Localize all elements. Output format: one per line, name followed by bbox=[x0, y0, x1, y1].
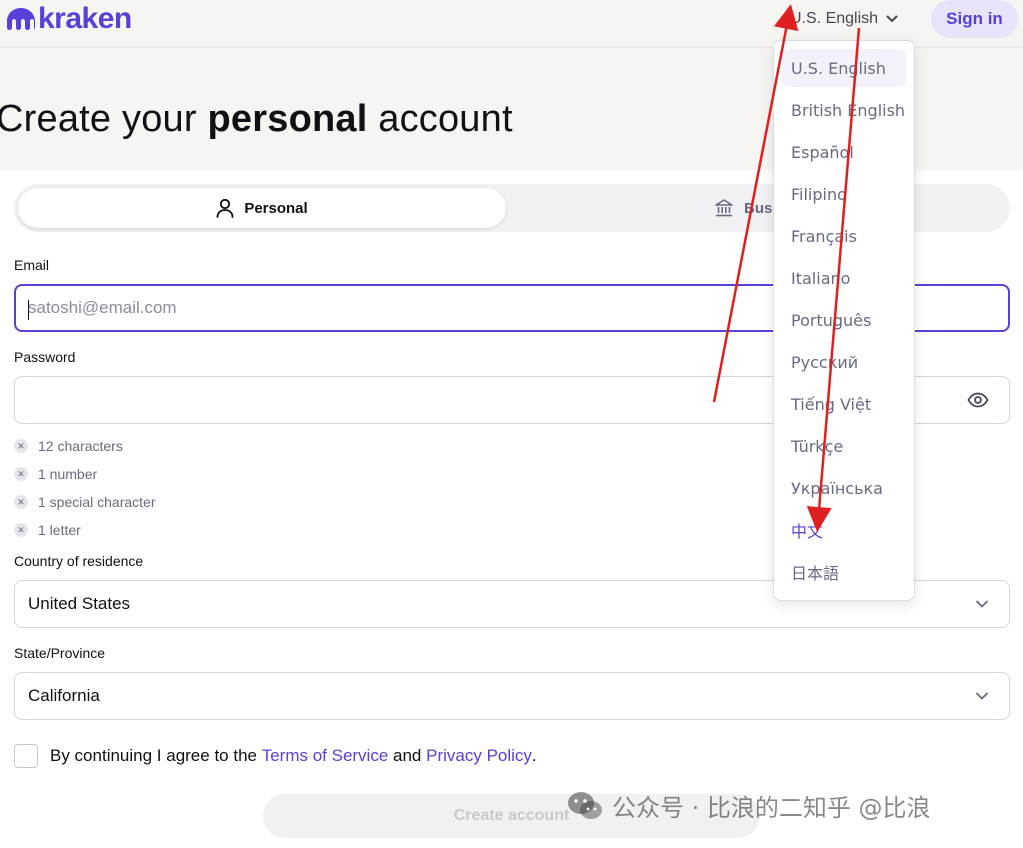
language-option[interactable]: 日本語 bbox=[782, 553, 906, 591]
language-option[interactable]: Українська bbox=[782, 469, 906, 507]
password-rule-text: 1 letter bbox=[38, 522, 81, 538]
tab-business-label: Bus bbox=[744, 199, 773, 217]
state-label: State/Province bbox=[14, 645, 106, 661]
language-option[interactable]: Tiếng Việt bbox=[782, 385, 906, 423]
language-option[interactable]: Italiano bbox=[782, 259, 906, 297]
tab-personal-label: Personal bbox=[244, 199, 308, 217]
agree-text-pre: By continuing I agree to the bbox=[50, 746, 262, 765]
chevron-down-icon bbox=[975, 692, 989, 701]
language-menu: U.S. English British English Español Fil… bbox=[773, 40, 915, 601]
language-option[interactable]: U.S. English bbox=[782, 49, 906, 87]
language-option[interactable]: Türkçe bbox=[782, 427, 906, 465]
password-rules: ✕ 12 characters ✕ 1 number ✕ 1 special char… bbox=[14, 432, 156, 544]
wechat-icon bbox=[568, 791, 602, 819]
password-label: Password bbox=[14, 349, 76, 365]
password-rule: ✕ 1 number bbox=[14, 460, 156, 488]
kraken-logo-icon bbox=[7, 8, 35, 30]
page-title-bold: personal bbox=[207, 98, 368, 140]
password-rule-text: 1 special character bbox=[38, 494, 156, 510]
close-icon: ✕ bbox=[14, 467, 28, 481]
password-rule: ✕ 12 characters bbox=[14, 432, 156, 460]
close-icon: ✕ bbox=[14, 523, 28, 537]
email-label: Email bbox=[14, 257, 50, 273]
close-icon: ✕ bbox=[14, 439, 28, 453]
sign-in-button[interactable]: Sign in bbox=[931, 0, 1018, 38]
terms-checkbox[interactable] bbox=[14, 744, 38, 768]
language-option[interactable]: Português bbox=[782, 301, 906, 339]
country-label: Country of residence bbox=[14, 553, 144, 569]
state-select[interactable]: California bbox=[14, 672, 1010, 720]
language-selector-label: U.S. English bbox=[790, 10, 879, 27]
logo-text: kraken bbox=[38, 2, 132, 35]
language-option[interactable]: Filipino bbox=[782, 175, 906, 213]
agree-text-post: . bbox=[531, 746, 537, 765]
language-option[interactable]: British English bbox=[782, 91, 906, 129]
eye-icon[interactable] bbox=[967, 392, 989, 408]
bank-icon bbox=[715, 199, 733, 217]
password-rule-text: 1 number bbox=[38, 466, 98, 482]
chevron-down-icon bbox=[975, 600, 989, 609]
page-title-pre: Create your bbox=[0, 98, 208, 140]
privacy-link[interactable]: Privacy Policy bbox=[426, 746, 532, 766]
language-selector[interactable]: U.S. English bbox=[790, 6, 898, 32]
page-title-post: account bbox=[367, 98, 513, 140]
watermark: 公众号 · 比浪的二知乎 @比浪 bbox=[566, 788, 931, 823]
language-option[interactable]: Français bbox=[782, 217, 906, 255]
tab-business[interactable]: Bus bbox=[714, 188, 772, 228]
terms-link[interactable]: Terms of Service bbox=[262, 746, 389, 766]
country-value: United States bbox=[28, 594, 131, 613]
person-icon bbox=[216, 198, 234, 218]
kraken-logo[interactable]: kraken bbox=[6, 2, 132, 35]
password-rule: ✕ 1 letter bbox=[14, 516, 156, 544]
password-rule-text: 12 characters bbox=[38, 438, 123, 454]
language-option[interactable]: Español bbox=[782, 133, 906, 171]
language-option[interactable]: 中文 bbox=[782, 511, 906, 549]
password-rule: ✕ 1 special character bbox=[14, 488, 156, 516]
page-title: Create your personal account bbox=[0, 98, 513, 141]
agree-text-mid: and bbox=[388, 746, 427, 765]
watermark-text: 公众号 · 比浪的二知乎 @比浪 bbox=[612, 794, 931, 822]
state-value: California bbox=[28, 686, 100, 705]
language-option[interactable]: Русский bbox=[782, 343, 906, 381]
close-icon: ✕ bbox=[14, 495, 28, 509]
tab-personal[interactable]: Personal bbox=[18, 188, 506, 228]
terms-agreement: By continuing I agree to the Terms of Se… bbox=[14, 744, 537, 768]
chevron-down-icon bbox=[886, 15, 898, 23]
